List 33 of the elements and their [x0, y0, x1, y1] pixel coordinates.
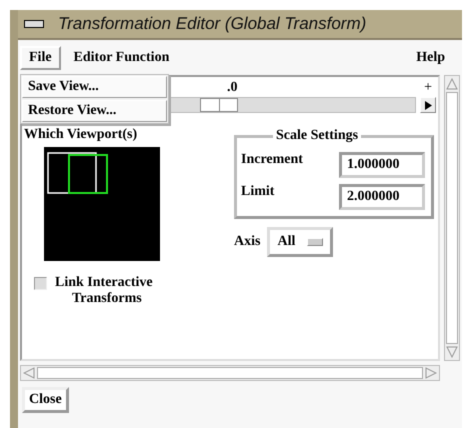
menu-item[interactable]: Save View... — [22, 76, 167, 98]
option-indicator-icon — [307, 238, 324, 246]
down-arrow-icon — [446, 346, 458, 358]
menu-item[interactable]: File — [20, 46, 61, 70]
menu-item[interactable]: Editor Function — [64, 46, 178, 70]
checkbox-label: Link Interactive — [55, 275, 153, 291]
slider-value: .0 — [227, 80, 238, 96]
window-title: Transformation Editor (Global Transform) — [58, 14, 366, 34]
window-menu-icon[interactable] — [24, 20, 44, 28]
left-arrow-icon — [23, 367, 35, 379]
input-field[interactable]: 1.000000 — [339, 152, 425, 178]
right-arrow-icon — [425, 367, 437, 379]
checkbox[interactable] — [34, 276, 47, 290]
vertical-scrollbar[interactable] — [444, 75, 460, 361]
slider-right-button[interactable] — [420, 97, 436, 113]
menu-item[interactable]: Restore View... — [22, 100, 167, 122]
viewport-frame[interactable] — [68, 154, 108, 194]
close-button[interactable]: Close — [22, 387, 69, 413]
axis-label: Axis — [234, 234, 260, 250]
input-field[interactable]: 2.000000 — [339, 184, 425, 210]
option-menu[interactable]: All — [267, 227, 334, 257]
play-icon — [424, 100, 432, 110]
slider-max-label: + — [424, 80, 432, 96]
viewport-selector[interactable] — [44, 147, 160, 261]
menu-item[interactable]: Help — [407, 46, 454, 70]
field-label: Increment — [241, 152, 303, 168]
horizontal-scrollbar[interactable] — [20, 365, 440, 381]
slider-thumb[interactable] — [200, 98, 238, 112]
group-title: Scale Settings — [273, 128, 362, 144]
up-arrow-icon — [446, 78, 458, 90]
field-label: Limit — [241, 184, 274, 200]
viewport-label: Which Viewport(s) — [24, 127, 138, 143]
checkbox-label: Transforms — [72, 291, 143, 307]
